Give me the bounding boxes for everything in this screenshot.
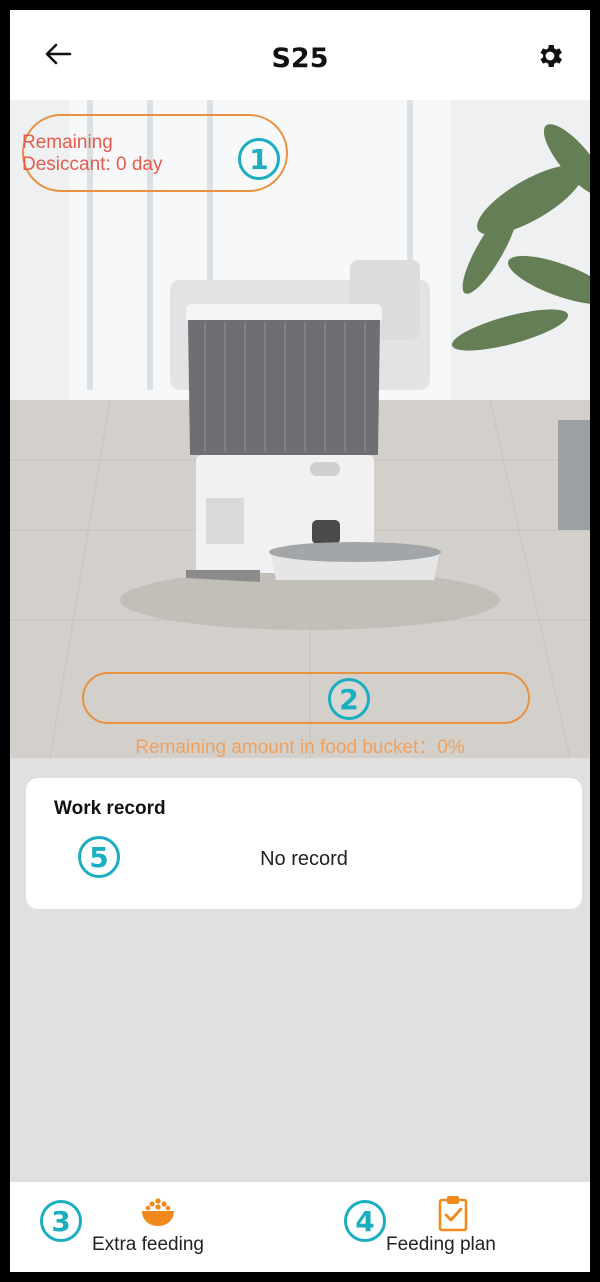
work-record-card: Work record 5 No record (26, 778, 582, 909)
back-arrow-icon (45, 43, 72, 65)
settings-button[interactable] (530, 36, 570, 76)
back-button[interactable] (38, 34, 78, 74)
room-background-illustration (10, 100, 590, 758)
food-bucket-label: Remaining amount in food bucket：0% (135, 737, 465, 758)
desiccant-line-1: Remaining (22, 132, 113, 153)
app-screen: S25 Remaining Desiccant: 0 day 1 2 Remai… (10, 10, 590, 1272)
annotation-badge-4: 4 (344, 1200, 386, 1242)
feeder-hero-image: Remaining Desiccant: 0 day 1 2 Remaining… (10, 100, 590, 758)
food-bowl-icon (142, 1198, 174, 1226)
desiccant-status-text: Remaining Desiccant: 0 day (22, 132, 162, 176)
extra-feeding-button[interactable]: 3 Extra feeding (10, 1182, 300, 1272)
food-level-bar (82, 672, 530, 724)
annotation-badge-2: 2 (328, 678, 370, 720)
top-bar: S25 (10, 10, 590, 100)
annotation-badge-1: 1 (238, 138, 280, 180)
desiccant-line-2: Desiccant: 0 day (22, 154, 163, 175)
annotation-badge-3: 3 (40, 1200, 82, 1242)
gear-icon (540, 45, 562, 67)
clipboard-check-icon (438, 1196, 468, 1232)
extra-feeding-label: Extra feeding (92, 1234, 204, 1255)
bottom-action-bar: 3 Extra feeding 4 Feeding plan (10, 1182, 590, 1272)
work-record-empty-text: No record (260, 848, 348, 870)
feeding-plan-label: Feeding plan (386, 1234, 496, 1255)
work-record-title: Work record (54, 798, 166, 819)
feeding-plan-button[interactable]: 4 Feeding plan (300, 1182, 590, 1272)
page-title: S25 (271, 42, 329, 74)
